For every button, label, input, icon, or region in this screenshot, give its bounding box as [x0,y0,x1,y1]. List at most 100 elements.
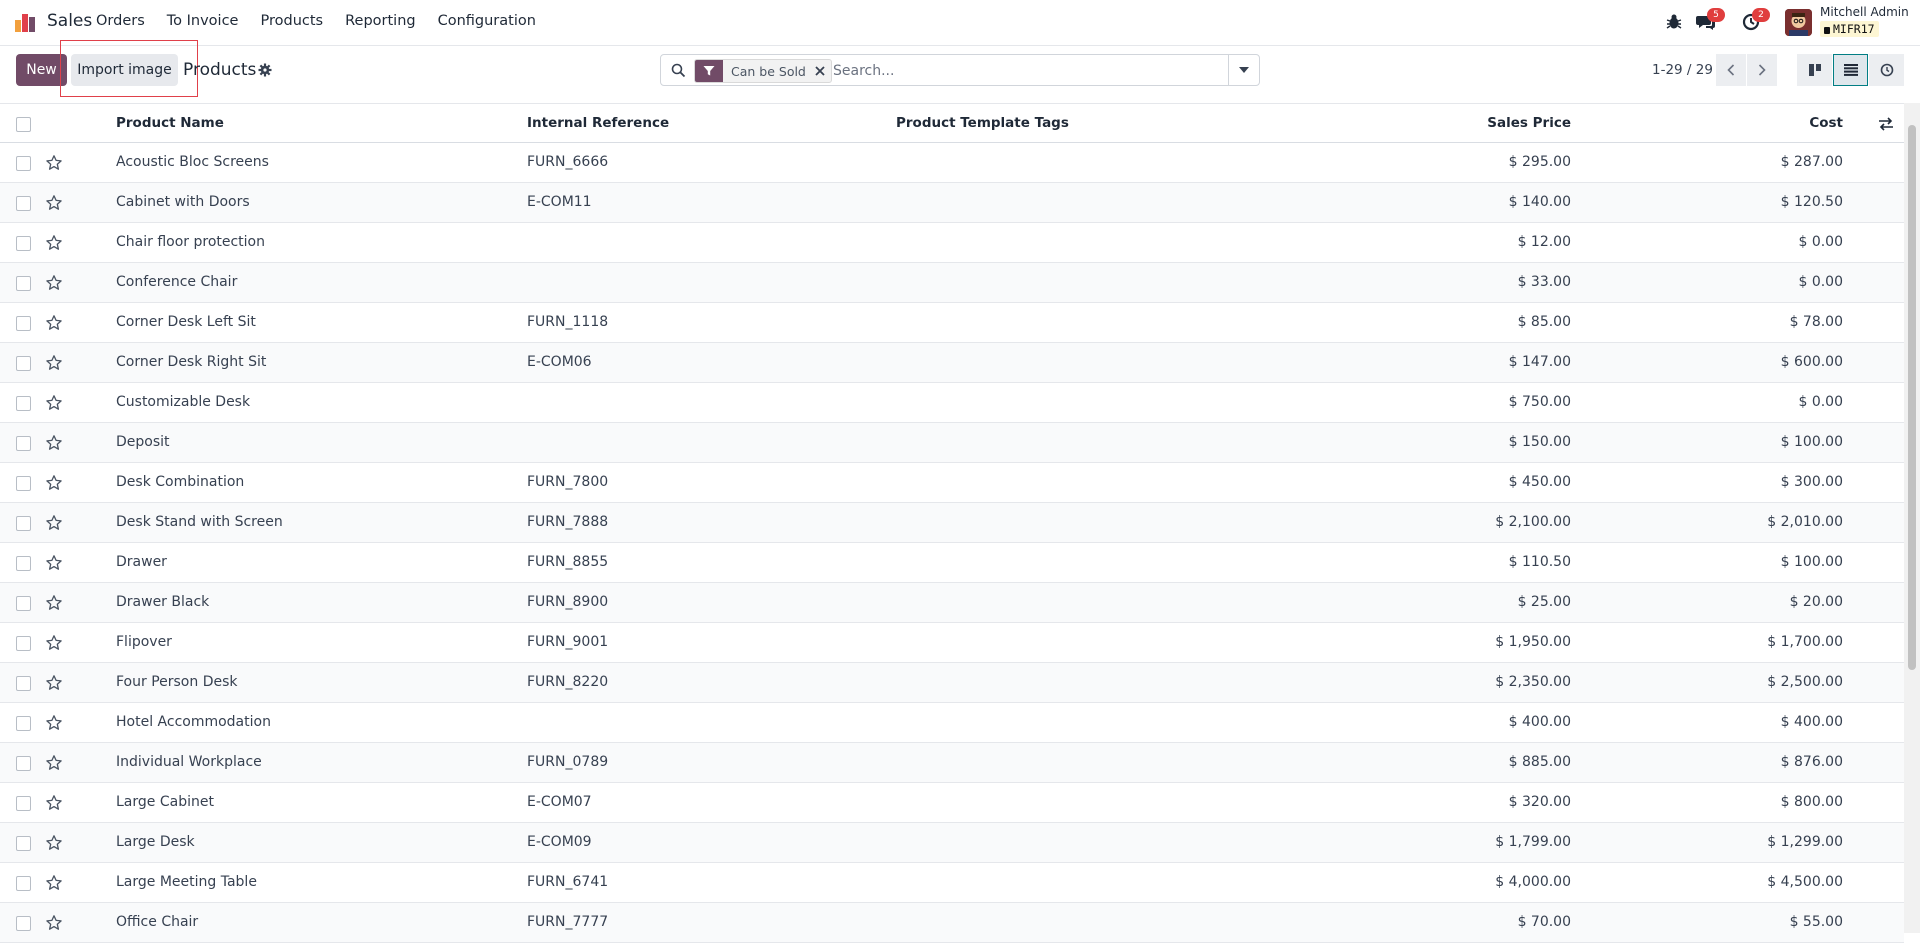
star-icon[interactable] [45,874,63,892]
cell-internal-reference: FURN_6741 [527,874,609,890]
close-icon[interactable] [813,64,827,78]
table-row[interactable]: Large Meeting Table FURN_6741 $ 4,000.00 $ … [0,863,1904,903]
search-options-toggle[interactable] [1228,55,1259,85]
table-row[interactable]: Conference Chair $ 33.00 $ 0.00 [0,263,1904,303]
star-icon[interactable] [45,754,63,772]
star-icon[interactable] [45,794,63,812]
row-checkbox[interactable] [16,556,31,571]
row-checkbox[interactable] [16,836,31,851]
row-checkbox[interactable] [16,876,31,891]
column-header-cost[interactable]: Cost [1809,115,1843,131]
row-checkbox[interactable] [16,516,31,531]
table-row[interactable]: Acoustic Bloc Screens FURN_6666 $ 295.00 $ … [0,143,1904,183]
row-checkbox[interactable] [16,156,31,171]
row-checkbox[interactable] [16,396,31,411]
cell-sales-price: $ 320.00 [1508,794,1571,810]
table-row[interactable]: Four Person Desk FURN_8220 $ 2,350.00 $ 2,5… [0,663,1904,703]
column-header-internal-reference[interactable]: Internal Reference [527,115,669,131]
star-icon[interactable] [45,474,63,492]
menu-reporting[interactable]: Reporting [345,13,416,29]
menu-configuration[interactable]: Configuration [438,13,536,29]
star-icon[interactable] [45,234,63,252]
star-icon[interactable] [45,274,63,292]
star-icon[interactable] [45,354,63,372]
table-row[interactable]: Corner Desk Left Sit FURN_1118 $ 85.00 $ 78… [0,303,1904,343]
table-row[interactable]: Drawer Black FURN_8900 $ 25.00 $ 20.00 [0,583,1904,623]
star-icon[interactable] [45,394,63,412]
messages-button[interactable]: 5 [1696,8,1725,32]
menu-to-invoice[interactable]: To Invoice [167,13,239,29]
pager-value[interactable]: 1-29 / 29 [1652,62,1713,78]
user-name[interactable]: Mitchell Admin [1820,5,1909,19]
column-header-product-template-tags[interactable]: Product Template Tags [896,115,1069,131]
row-checkbox[interactable] [16,796,31,811]
table-row[interactable]: Desk Combination FURN_7800 $ 450.00 $ 300.0… [0,463,1904,503]
star-icon[interactable] [45,914,63,932]
column-header-sales-price[interactable]: Sales Price [1487,115,1571,131]
row-checkbox[interactable] [16,356,31,371]
table-row[interactable]: Chair floor protection $ 12.00 $ 0.00 [0,223,1904,263]
row-checkbox[interactable] [16,316,31,331]
search-input[interactable] [831,60,1215,82]
row-checkbox[interactable] [16,236,31,251]
table-row[interactable]: Customizable Desk $ 750.00 $ 0.00 [0,383,1904,423]
row-checkbox[interactable] [16,916,31,931]
row-checkbox[interactable] [16,676,31,691]
row-checkbox[interactable] [16,716,31,731]
table-row[interactable]: Office Chair FURN_7777 $ 70.00 $ 55.00 [0,903,1904,943]
table-row[interactable]: Flipover FURN_9001 $ 1,950.00 $ 1,700.00 [0,623,1904,663]
table-row[interactable]: Hotel Accommodation $ 400.00 $ 400.00 [0,703,1904,743]
app-name[interactable]: Sales [47,11,92,31]
star-icon[interactable] [45,514,63,532]
row-checkbox[interactable] [16,756,31,771]
star-icon[interactable] [45,314,63,332]
select-all-checkbox[interactable] [16,117,31,132]
cell-cost: $ 600.00 [1780,354,1843,370]
star-icon[interactable] [45,154,63,172]
kanban-view-button[interactable] [1797,54,1832,86]
debug-bug-icon[interactable] [1664,12,1684,32]
star-icon[interactable] [45,594,63,612]
menu-orders[interactable]: Orders [96,13,145,29]
star-icon[interactable] [45,194,63,212]
row-checkbox[interactable] [16,636,31,651]
cell-internal-reference: E-COM07 [527,794,592,810]
activities-button[interactable]: 2 [1741,8,1770,32]
row-checkbox[interactable] [16,276,31,291]
column-header-product-name[interactable]: Product Name [116,115,224,131]
table-row[interactable]: Desk Stand with Screen FURN_7888 $ 2,100.0… [0,503,1904,543]
search-icon[interactable] [671,63,686,78]
table-row[interactable]: Large Cabinet E-COM07 $ 320.00 $ 800.00 [0,783,1904,823]
pager-next-button[interactable] [1747,54,1777,86]
table-row[interactable]: Corner Desk Right Sit E-COM06 $ 147.00 $ 60… [0,343,1904,383]
row-checkbox[interactable] [16,476,31,491]
table-row[interactable]: Cabinet with Doors E-COM11 $ 140.00 $ 120.5… [0,183,1904,223]
table-row[interactable]: Individual Workplace FURN_0789 $ 885.00 $ 8… [0,743,1904,783]
star-icon[interactable] [45,434,63,452]
activity-view-button[interactable] [1869,54,1904,86]
vertical-scrollbar[interactable] [1904,103,1920,933]
user-avatar[interactable] [1785,9,1812,36]
cell-product-name: Desk Combination [116,474,245,490]
list-view-button[interactable] [1833,54,1868,86]
menu-products[interactable]: Products [260,13,323,29]
star-icon[interactable] [45,714,63,732]
star-icon[interactable] [45,674,63,692]
row-checkbox[interactable] [16,596,31,611]
cell-product-name: Large Cabinet [116,794,214,810]
optional-columns-toggle-icon[interactable] [1878,116,1894,132]
star-icon[interactable] [45,554,63,572]
table-row[interactable]: Drawer FURN_8855 $ 110.50 $ 100.00 [0,543,1904,583]
row-checkbox[interactable] [16,196,31,211]
scrollbar-thumb[interactable] [1908,125,1916,670]
star-icon[interactable] [45,634,63,652]
cell-cost: $ 78.00 [1789,314,1843,330]
star-icon[interactable] [45,834,63,852]
cell-product-name: Drawer [116,554,167,570]
table-row[interactable]: Large Desk E-COM09 $ 1,799.00 $ 1,299.00 [0,823,1904,863]
gear-icon[interactable] [258,63,272,77]
row-checkbox[interactable] [16,436,31,451]
sales-app-logo-icon[interactable] [14,11,36,33]
pager-previous-button[interactable] [1716,54,1746,86]
table-row[interactable]: Deposit $ 150.00 $ 100.00 [0,423,1904,463]
